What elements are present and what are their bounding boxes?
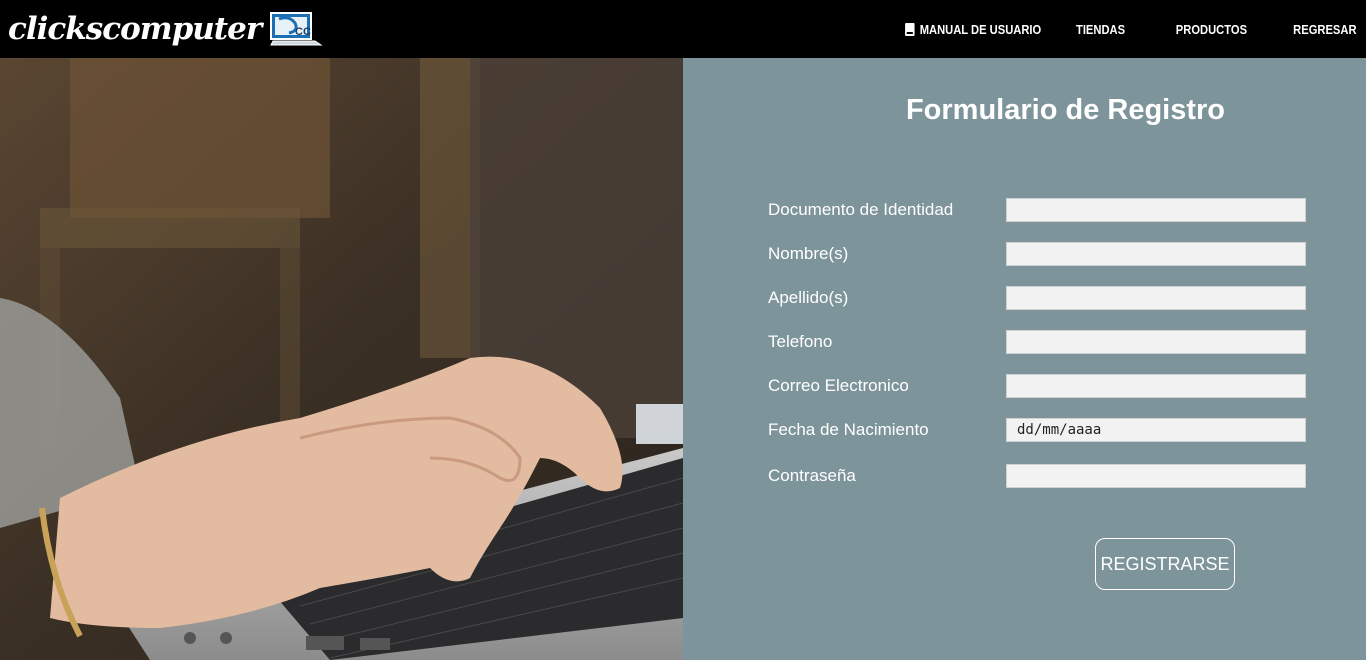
registration-panel: Formulario de Registro Documento de Iden… <box>683 58 1366 660</box>
field-apellido: Apellido(s) <box>768 286 1308 310</box>
field-documento: Documento de Identidad <box>768 198 1308 222</box>
nombre-input[interactable] <box>1006 242 1306 266</box>
form-title: Formulario de Registro <box>905 94 1226 126</box>
field-label: Contraseña <box>768 466 856 485</box>
correo-input[interactable] <box>1006 374 1306 398</box>
field-label: Correo Electronico <box>768 376 909 395</box>
logo-icon: CC <box>269 11 325 47</box>
field-nombre: Nombre(s) <box>768 242 1308 266</box>
top-navbar: clickscomputer CC MANUAL DE USUARIO TIEN… <box>0 0 1366 58</box>
book-icon <box>905 22 915 36</box>
telefono-input[interactable] <box>1006 330 1306 354</box>
fecha-nacimiento-input[interactable] <box>1006 418 1306 442</box>
field-label: Documento de Identidad <box>768 200 954 219</box>
apellido-input[interactable] <box>1006 286 1306 310</box>
nav-tiendas-link[interactable]: TIENDAS <box>1076 22 1125 37</box>
password-input[interactable] <box>1006 464 1306 488</box>
brand-name: clickscomputer <box>8 11 262 47</box>
field-telefono: Telefono <box>768 330 1308 354</box>
nav-productos-link[interactable]: PRODUCTOS <box>1176 22 1247 37</box>
hero-photo <box>0 58 683 660</box>
field-correo: Correo Electronico <box>768 374 1308 398</box>
field-contrasena: Contraseña <box>768 464 1308 488</box>
brand[interactable]: clickscomputer CC <box>8 11 325 47</box>
logo-text: CC <box>295 26 311 38</box>
nav-regresar-link[interactable]: REGRESAR <box>1293 22 1356 37</box>
field-label: Fecha de Nacimiento <box>768 420 929 439</box>
field-label: Nombre(s) <box>768 244 849 263</box>
field-label: Telefono <box>768 332 833 351</box>
field-fecha: Fecha de Nacimiento <box>768 418 1308 442</box>
nav-manual-link[interactable]: MANUAL DE USUARIO <box>905 22 1041 37</box>
nav-manual-label: MANUAL DE USUARIO <box>919 21 1042 37</box>
register-button[interactable]: REGISTRARSE <box>1095 538 1235 590</box>
field-label: Apellido(s) <box>768 288 849 307</box>
documento-input[interactable] <box>1006 198 1306 222</box>
